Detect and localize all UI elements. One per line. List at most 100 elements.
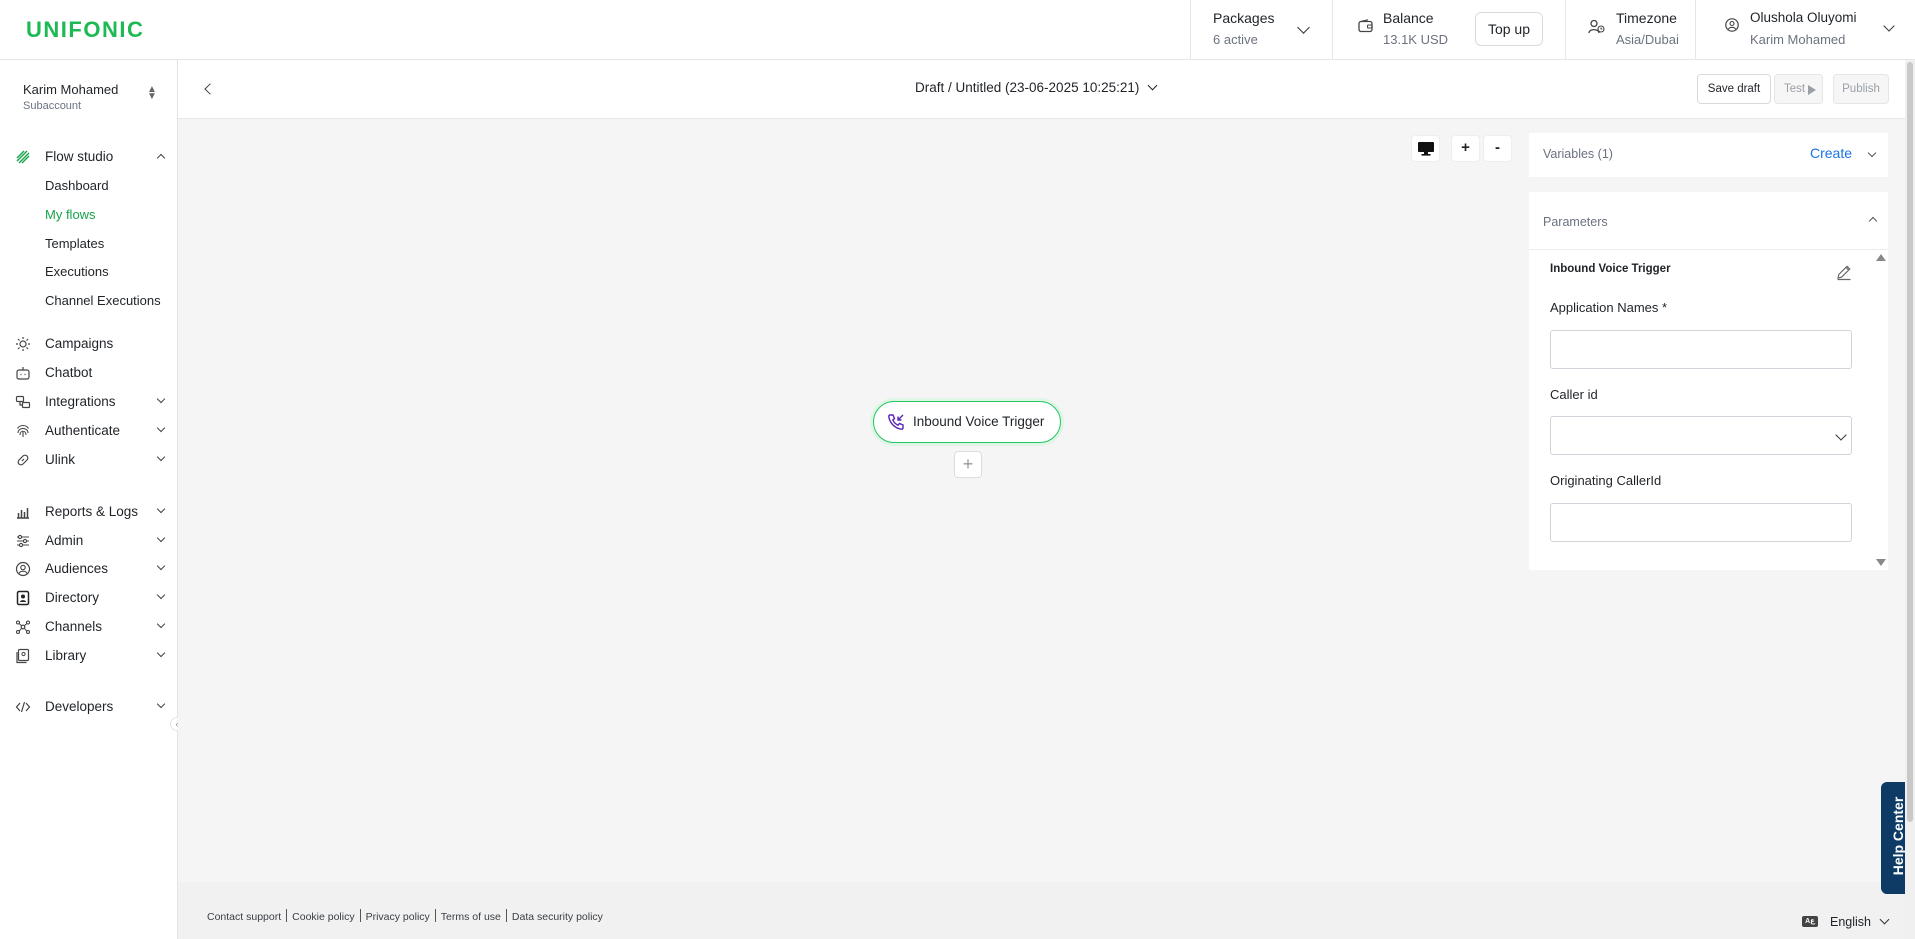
add-node-button[interactable]: + [954,451,982,478]
chevron-down-icon[interactable] [1867,148,1877,158]
unifonic-logo[interactable]: UNIFONIC [26,17,144,43]
save-draft-button[interactable]: Save draft [1697,74,1771,104]
cookie-policy-link[interactable]: Cookie policy [292,911,354,923]
chevron-down-icon [156,504,166,514]
originating-caller-id-label: Originating CallerId [1550,473,1662,488]
sidebar-item-developers[interactable]: Developers [0,694,178,720]
chevron-down-icon [156,699,166,709]
application-names-label: Application Names * [1550,300,1668,315]
sidebar-item-label: Chatbot [45,365,93,380]
divider [434,909,436,922]
user-name: Olushola Oluyomi [1750,10,1857,25]
directory-icon [16,590,30,606]
packages-title: Packages [1213,10,1275,26]
application-names-input[interactable] [1550,330,1852,369]
packages-count: 6 active [1213,32,1258,47]
divider [359,909,361,922]
sidebar-item-campaigns[interactable]: Campaigns [0,331,178,357]
chevron-down-icon [156,452,166,462]
caller-id-label: Caller id [1550,387,1598,402]
sidebar-item-label: Admin [45,533,84,548]
edit-icon[interactable] [1835,263,1853,281]
campaigns-icon [16,337,30,351]
node-label: Inbound Voice Trigger [913,414,1045,429]
sidebar-item-label: Audiences [45,561,109,576]
chevron-down-icon[interactable] [1147,80,1158,91]
divider [1529,249,1888,250]
sidebar-item-flow-studio[interactable]: Flow studio [0,144,178,170]
language-icon: Aع [1802,916,1818,927]
scroll-down-arrow[interactable] [1876,559,1886,566]
trigger-title: Inbound Voice Trigger [1550,263,1671,275]
sidebar-item-audiences[interactable]: Audiences [0,556,178,582]
back-arrow-icon[interactable] [204,83,216,95]
balance-title: Balance [1383,10,1434,26]
chevron-down-icon [1297,21,1310,34]
desktop-view-button[interactable] [1411,135,1440,162]
library-icon [16,648,30,664]
caller-id-select[interactable] [1550,416,1852,455]
data-security-policy-link[interactable]: Data security policy [512,911,603,923]
publish-button[interactable]: Publish [1833,74,1889,104]
wallet-icon [1358,19,1373,33]
footer-links: Contact support Cookie policy Privacy poli… [207,909,603,923]
flow-title[interactable]: Draft / Untitled (23-06-2025 10:25:21) [915,80,1139,95]
chevron-up-icon[interactable] [1868,216,1878,226]
sidebar-subitem-my-flows[interactable]: My flows [45,207,96,222]
chevron-down-icon [156,533,166,543]
chevron-down-icon [156,561,166,571]
sidebar-item-label: Ulink [45,452,76,467]
originating-caller-id-input[interactable] [1550,503,1852,542]
timezone-value: Asia/Dubai [1616,32,1679,47]
test-label: Test [1784,83,1806,95]
sidebar-subitem-templates[interactable]: Templates [45,236,104,251]
sidebar-item-integrations[interactable]: Integrations [0,389,178,415]
terms-of-use-link[interactable]: Terms of use [441,911,501,923]
sidebar-subitem-channel-executions[interactable]: Channel Executions [45,293,161,308]
sidebar-subitem-executions[interactable]: Executions [45,264,109,279]
create-variable-link[interactable]: Create [1810,145,1852,161]
chevron-down-icon [156,590,166,600]
user-clock-icon [1588,19,1605,34]
sidebar-subitem-dashboard[interactable]: Dashboard [45,178,109,193]
footer: Contact support Cookie policy Privacy poli… [178,882,1905,939]
scroll-up-arrow[interactable] [1876,254,1886,261]
contact-support-link[interactable]: Contact support [207,911,281,923]
sidebar-item-authenticate[interactable]: Authenticate [0,418,178,444]
phone-incoming-icon [888,414,904,430]
user-menu[interactable]: Olushola Oluyomi Karim Mohamed [1695,0,1915,59]
chevron-down-icon [156,648,166,658]
flow-node-inbound-voice-trigger[interactable]: Inbound Voice Trigger [873,401,1061,443]
user-account: Karim Mohamed [1750,32,1846,47]
page-scrollbar[interactable] [1905,60,1915,939]
integrations-icon [15,395,31,409]
zoom-out-button[interactable]: - [1483,135,1512,162]
sidebar-item-label: Library [45,648,87,663]
top-header: UNIFONIC Packages 6 active Balance 13.1K… [0,0,1915,60]
account-name: Karim Mohamed [23,82,119,97]
parameters-title: Parameters [1543,215,1608,229]
sidebar-item-label: Integrations [45,394,116,409]
sidebar-item-reports-logs[interactable]: Reports & Logs [0,499,178,525]
zoom-in-button[interactable]: + [1451,135,1480,162]
sidebar-item-chatbot[interactable]: Chatbot [0,360,178,386]
chevron-down-icon [1835,429,1847,441]
sidebar-item-admin[interactable]: Admin [0,528,178,554]
scrollbar-thumb[interactable] [1907,62,1913,822]
test-button[interactable]: Test [1774,74,1823,104]
help-center-label: Help Center [1890,796,1906,876]
timezone-selector[interactable]: Timezone Asia/Dubai [1565,0,1695,59]
editor-header: Draft / Untitled (23-06-2025 10:25:21) S… [178,60,1905,119]
timezone-title: Timezone [1616,10,1677,26]
account-type: Subaccount [23,100,82,112]
chevron-down-icon [156,394,166,404]
top-up-button[interactable]: Top up [1475,12,1543,46]
sidebar: Karim Mohamed Subaccount ▲ ▼ Flow studio … [0,60,184,939]
privacy-policy-link[interactable]: Privacy policy [366,911,430,923]
sidebar-item-library[interactable]: Library [0,643,178,669]
divider [286,909,288,922]
sidebar-item-ulink[interactable]: Ulink [0,447,178,473]
sidebar-item-directory[interactable]: Directory [0,585,178,611]
packages-selector[interactable]: Packages 6 active [1190,0,1332,59]
sidebar-item-channels[interactable]: Channels [0,614,178,640]
